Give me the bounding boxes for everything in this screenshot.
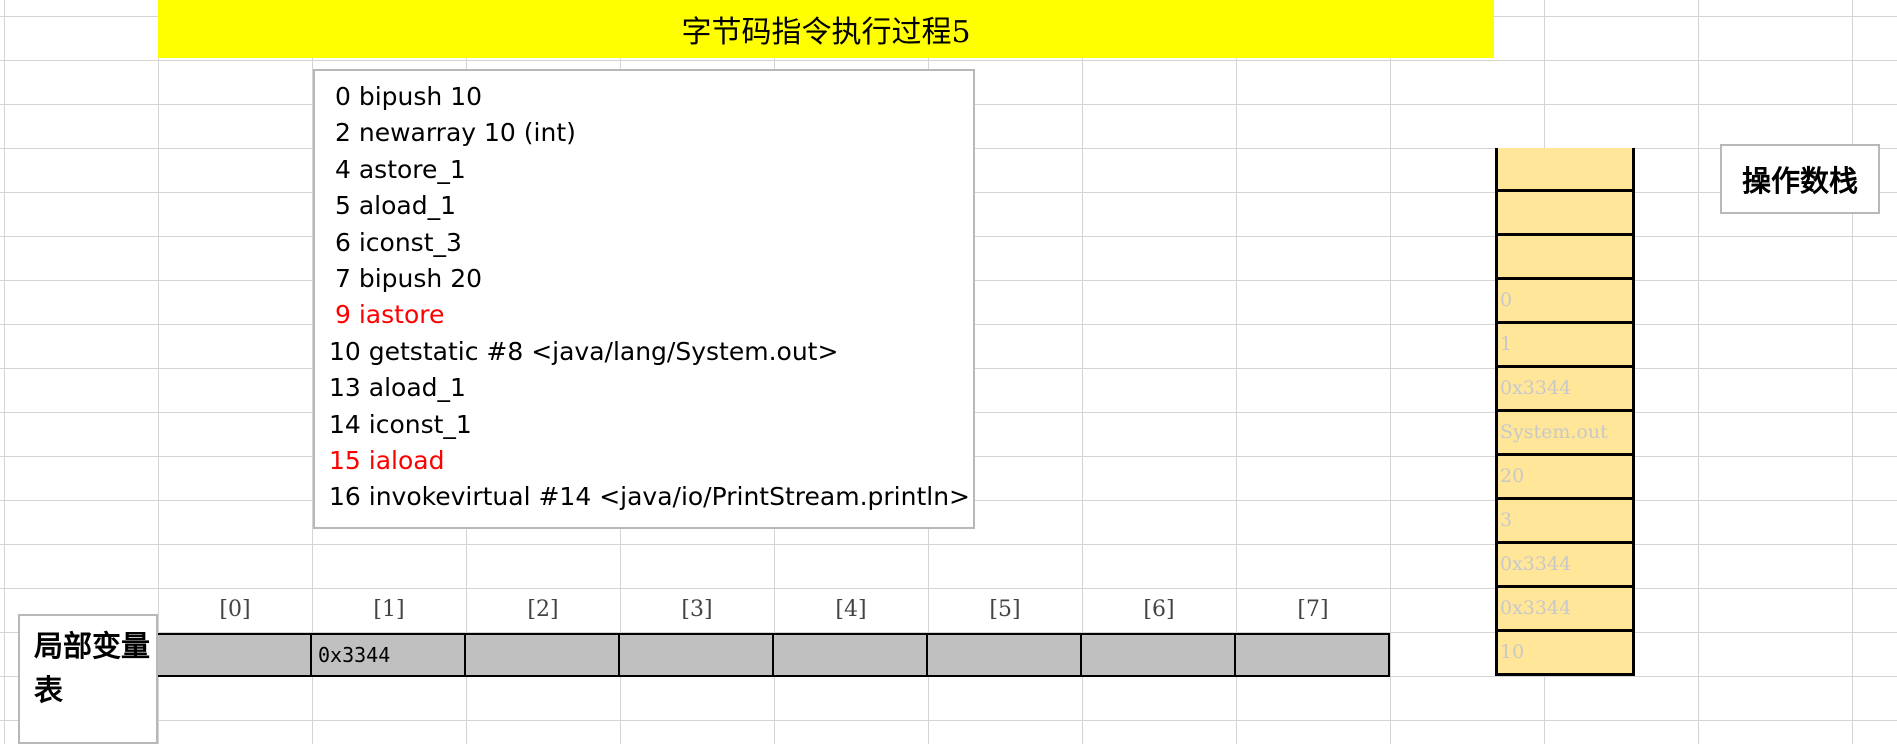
operand-stack-label-text: 操作数栈 <box>1741 164 1858 198</box>
stack-cell[interactable] <box>1498 192 1632 236</box>
instruction-line[interactable]: 0 bipush 10 <box>315 79 973 115</box>
instruction-line-highlighted[interactable]: 9 iastore <box>315 297 973 333</box>
stack-cell[interactable] <box>1498 148 1632 192</box>
local-index: [5] <box>989 597 1021 622</box>
title-bar: 字节码指令执行过程5 <box>158 0 1494 58</box>
stack-cell[interactable]: 0x3344 <box>1498 368 1632 412</box>
stack-cell[interactable]: 20 <box>1498 456 1632 500</box>
stack-cell[interactable]: 10 <box>1498 632 1632 676</box>
instruction-line-highlighted[interactable]: 15 iaload <box>315 443 973 479</box>
instruction-line[interactable]: 10 getstatic #8 <java/lang/System.out> <box>315 334 973 370</box>
stack-cell[interactable]: 0 <box>1498 280 1632 324</box>
instruction-line[interactable]: 5 aload_1 <box>315 188 973 224</box>
local-index: [4] <box>835 597 867 622</box>
instruction-line[interactable]: 14 iconst_1 <box>315 407 973 443</box>
local-index: [3] <box>681 597 713 622</box>
local-cell[interactable] <box>928 635 1082 675</box>
local-cell[interactable] <box>774 635 928 675</box>
local-variable-table-label-text: 局部变量表 <box>34 629 151 707</box>
local-cell[interactable] <box>158 635 312 675</box>
local-cell[interactable] <box>1082 635 1236 675</box>
stack-cell[interactable]: System.out <box>1498 412 1632 456</box>
instruction-line[interactable]: 4 astore_1 <box>315 152 973 188</box>
local-index: [1] <box>373 597 405 622</box>
instruction-line[interactable]: 13 aload_1 <box>315 370 973 406</box>
instruction-line[interactable]: 16 invokevirtual #14 <java/io/PrintStrea… <box>315 479 973 515</box>
local-cell[interactable] <box>1236 635 1390 675</box>
instruction-line[interactable]: 6 iconst_3 <box>315 225 973 261</box>
local-index: [0] <box>219 597 251 622</box>
instruction-line[interactable]: 7 bipush 20 <box>315 261 973 297</box>
local-cell[interactable]: 0x3344 <box>312 635 466 675</box>
operand-stack: 0 1 0x3344 System.out 20 3 0x3344 0x3344… <box>1495 148 1635 676</box>
local-index: [2] <box>527 597 559 622</box>
page-title: 字节码指令执行过程5 <box>681 15 971 50</box>
operand-stack-label: 操作数栈 <box>1720 144 1880 214</box>
bytecode-listing: 0 bipush 10 2 newarray 10 (int) 4 astore… <box>313 69 975 529</box>
local-index: [6] <box>1143 597 1175 622</box>
instruction-line[interactable]: 2 newarray 10 (int) <box>315 115 973 151</box>
local-index: [7] <box>1297 597 1329 622</box>
local-variable-table: 0x3344 <box>158 633 1390 677</box>
local-cell[interactable] <box>620 635 774 675</box>
stack-cell[interactable]: 0x3344 <box>1498 544 1632 588</box>
local-variable-table-label: 局部变量表 <box>18 614 158 744</box>
stack-cell[interactable]: 1 <box>1498 324 1632 368</box>
local-cell[interactable] <box>466 635 620 675</box>
stack-cell[interactable] <box>1498 236 1632 280</box>
stack-cell[interactable]: 0x3344 <box>1498 588 1632 632</box>
stack-cell[interactable]: 3 <box>1498 500 1632 544</box>
